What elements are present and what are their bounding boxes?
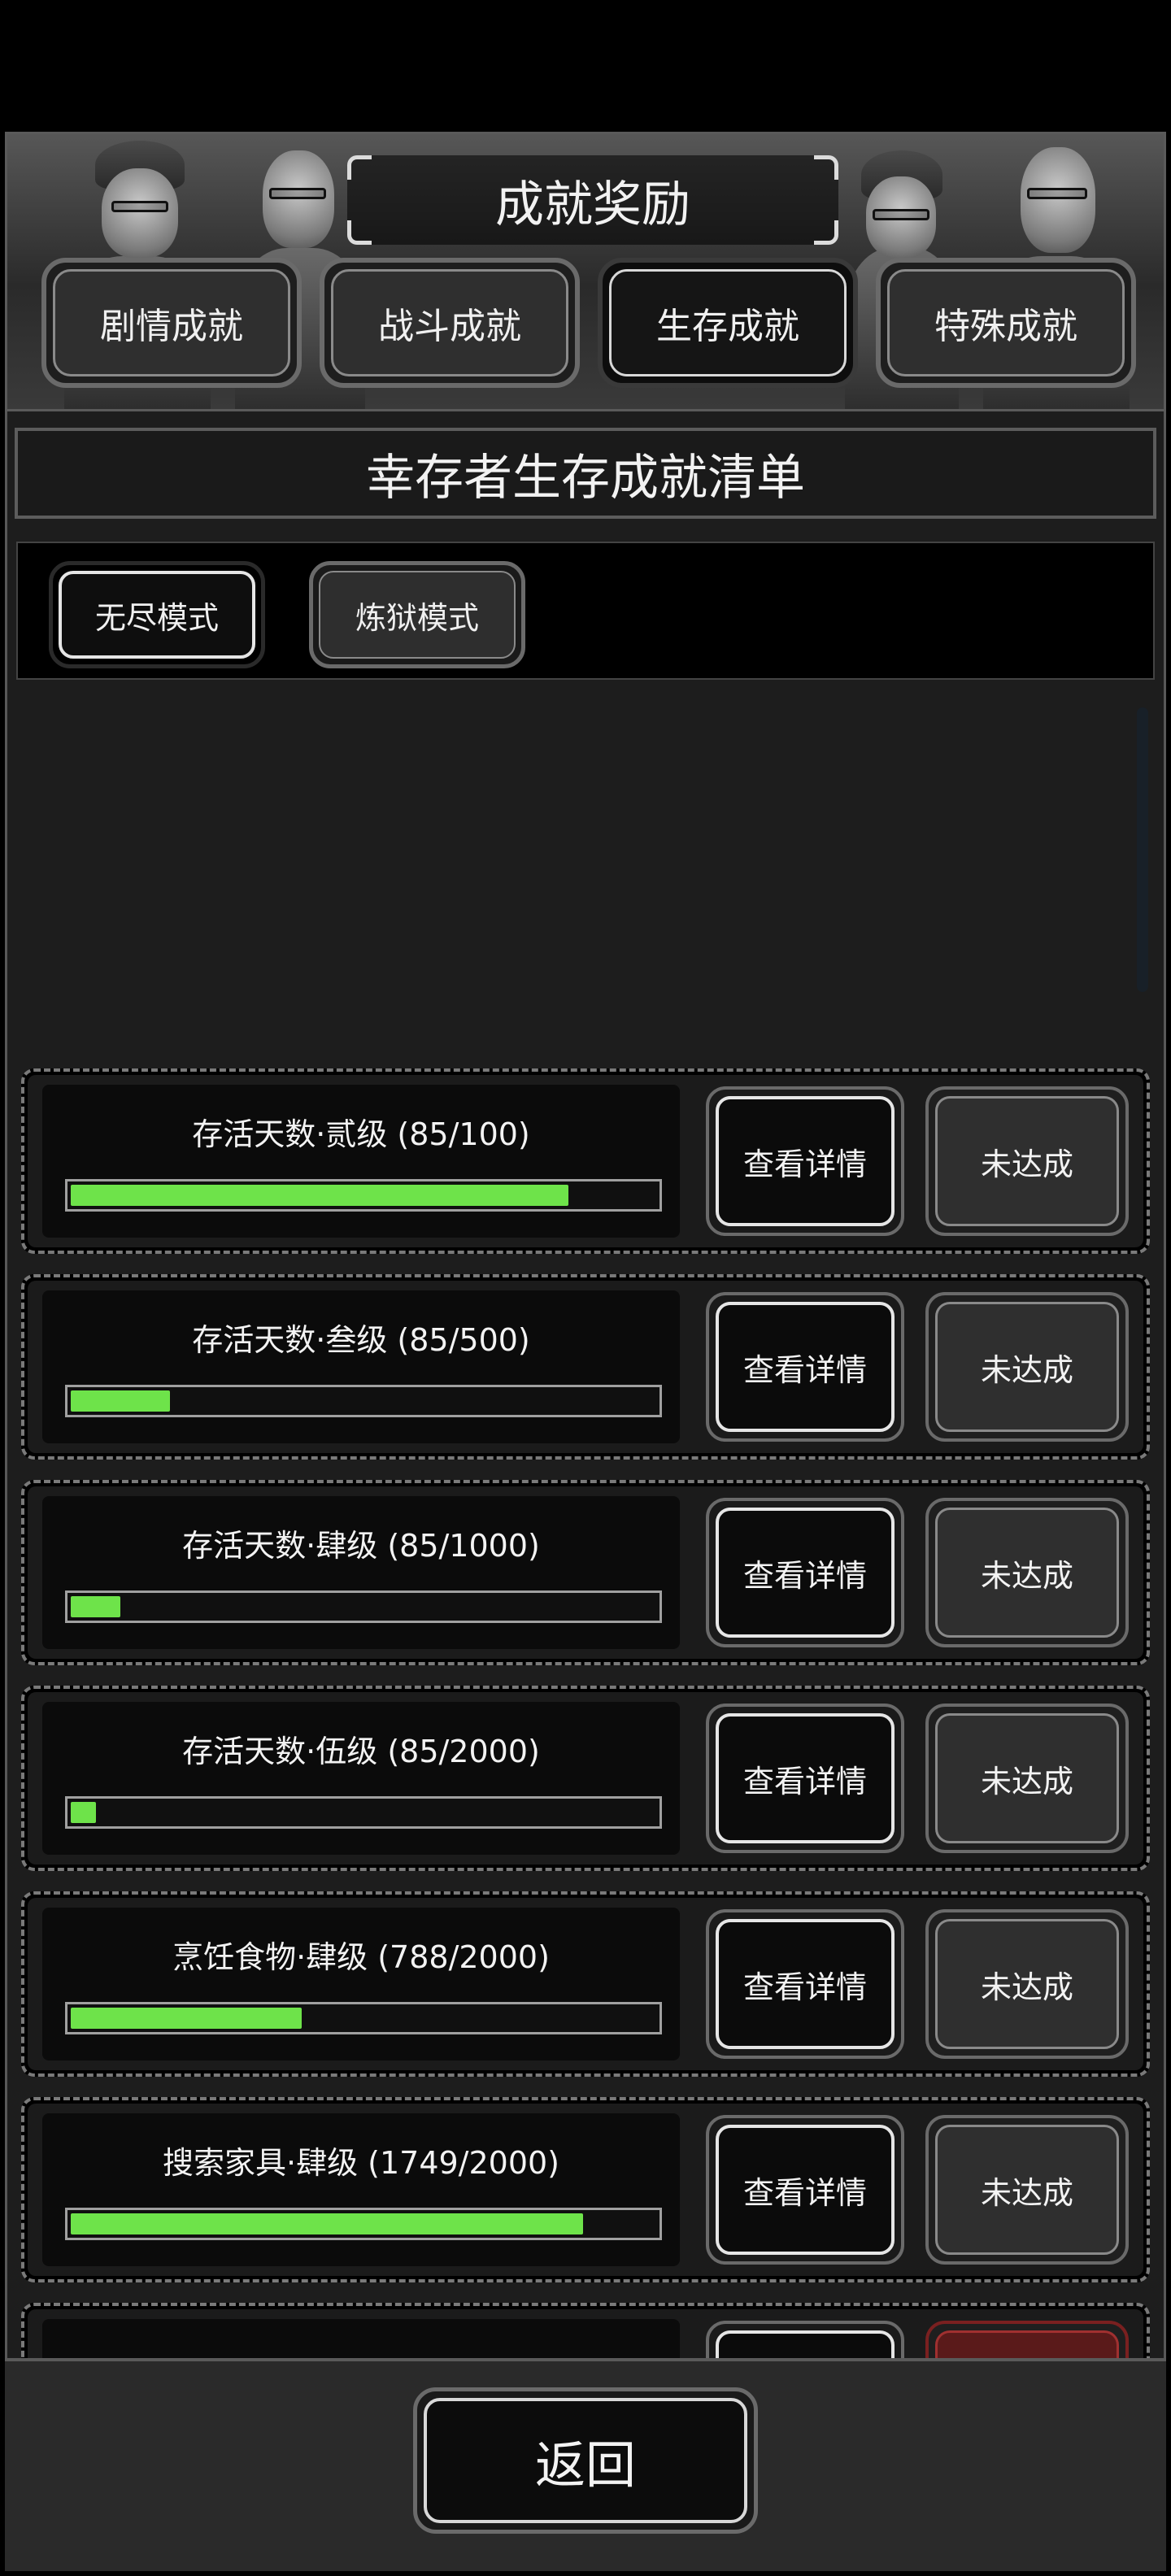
status-button[interactable]: 未达成 [925, 1909, 1129, 2059]
tab-label: 生存成就 [656, 306, 799, 347]
achievement-label: 存活天数·肆级 (85/1000) [182, 1528, 540, 1564]
title-box: 成就奖励 [347, 155, 838, 245]
status-button[interactable]: 未达成 [925, 1086, 1129, 1236]
achievement-row: 存活天数·肆级 (85/1000) 查看详情 未达成 [21, 1480, 1150, 1665]
tab-combat[interactable]: 战斗成就 [320, 258, 580, 388]
progress-bar [65, 2002, 662, 2034]
achievement-info: 存活天数·叁级 (85/500) [42, 1290, 680, 1443]
button-label: 查看详情 [742, 1557, 867, 1594]
progress-bar [65, 2208, 662, 2240]
achievement-label: 搜索家具·肆级 (1749/2000) [162, 2145, 560, 2181]
achievement-info: 存活天数·贰级 (85/100) [42, 1085, 680, 1238]
tab-story[interactable]: 剧情成就 [41, 258, 302, 388]
status-button[interactable]: 未达成 [925, 1292, 1129, 1442]
view-details-button[interactable]: 查看详情 [706, 1292, 904, 1442]
achievement-row: 存活天数·叁级 (85/500) 查看详情 未达成 [21, 1274, 1150, 1460]
footer: 返回 [5, 2358, 1166, 2571]
tab-label: 战斗成就 [378, 306, 521, 347]
progress-bar [65, 1590, 662, 1623]
view-details-button[interactable]: 查看详情 [706, 1704, 904, 1853]
achievement-info: 存活天数·肆级 (85/1000) [42, 1496, 680, 1649]
achievement-row: 烹饪食物·肆级 (788/2000) 查看详情 未达成 [21, 1891, 1150, 2077]
achievement-label: 存活天数·叁级 (85/500) [192, 1322, 530, 1358]
button-label: 查看详情 [742, 1763, 867, 1799]
status-button[interactable] [925, 2321, 1129, 2358]
mode-label: 炼狱模式 [355, 599, 479, 636]
section-title: 幸存者生存成就清单 [15, 428, 1156, 519]
tab-special[interactable]: 特殊成就 [876, 258, 1136, 388]
button-label: 未达成 [980, 1351, 1073, 1388]
progress-fill [71, 1185, 568, 1206]
achievement-label: 存活天数·伍级 (85/2000) [182, 1734, 540, 1769]
button-label: 未达成 [980, 1969, 1073, 2005]
button-label: 未达成 [980, 1763, 1073, 1799]
mode-label: 无尽模式 [94, 599, 219, 636]
view-details-button[interactable]: 查看详情 [706, 1909, 904, 2059]
achievement-row: 存活天数·贰级 (85/100) 查看详情 未达成 [21, 1068, 1150, 1254]
mode-endless-button[interactable]: 无尽模式 [49, 561, 265, 668]
page-title: 成就奖励 [495, 176, 690, 233]
view-details-button[interactable]: 查看详情 [706, 1086, 904, 1236]
mode-purgatory-button[interactable]: 炼狱模式 [309, 561, 525, 668]
button-label: 查看详情 [742, 1351, 867, 1388]
header-banner: 成就奖励 剧情成就 战斗成就 生存成就 特殊成就 [5, 132, 1166, 411]
progress-fill [71, 2008, 302, 2029]
button-label: 查看详情 [742, 1146, 867, 1182]
status-button[interactable]: 未达成 [925, 1704, 1129, 1853]
tab-survival[interactable]: 生存成就 [598, 258, 858, 388]
button-label: 查看详情 [742, 2174, 867, 2211]
button-label: 未达成 [980, 1146, 1073, 1182]
achievement-info [42, 2319, 680, 2358]
scrollbar[interactable] [1137, 707, 1148, 992]
achievement-list: 存活天数·贰级 (85/100) 查看详情 未达成 存活天数·叁级 (85/50… [16, 1065, 1155, 2358]
achievement-info: 烹饪食物·肆级 (788/2000) [42, 1908, 680, 2060]
tab-label: 特殊成就 [934, 306, 1077, 347]
achievement-row: 搜索家具·肆级 (1749/2000) 查看详情 未达成 [21, 2097, 1150, 2282]
progress-fill [71, 1596, 121, 1617]
back-button[interactable]: 返回 [413, 2387, 758, 2534]
achievement-label: 烹饪食物·肆级 (788/2000) [172, 1939, 550, 1975]
back-button-label: 返回 [534, 2435, 636, 2495]
mode-bar: 无尽模式 炼狱模式 [16, 542, 1155, 680]
progress-fill [71, 2213, 583, 2234]
status-button[interactable]: 未达成 [925, 2115, 1129, 2265]
progress-fill [71, 1802, 96, 1823]
view-details-button[interactable]: 查看详情 [706, 1498, 904, 1647]
tab-label: 剧情成就 [100, 306, 243, 347]
achievement-row: 存活天数·伍级 (85/2000) 查看详情 未达成 [21, 1686, 1150, 1871]
button-label: 未达成 [980, 2174, 1073, 2211]
progress-bar [65, 1179, 662, 1212]
progress-bar [65, 1385, 662, 1417]
progress-bar [65, 1796, 662, 1829]
achievement-label: 存活天数·贰级 (85/100) [192, 1116, 530, 1152]
button-label: 查看详情 [742, 1969, 867, 2005]
achievement-row-partial [21, 2303, 1150, 2358]
achievement-info: 存活天数·伍级 (85/2000) [42, 1702, 680, 1855]
status-button[interactable]: 未达成 [925, 1498, 1129, 1647]
progress-fill [71, 1390, 171, 1412]
view-details-button[interactable] [706, 2321, 904, 2358]
view-details-button[interactable]: 查看详情 [706, 2115, 904, 2265]
button-label: 未达成 [980, 1557, 1073, 1594]
achievement-info: 搜索家具·肆级 (1749/2000) [42, 2113, 680, 2266]
